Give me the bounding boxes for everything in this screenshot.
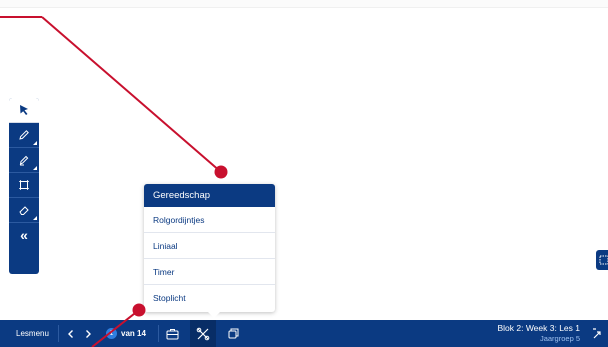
menu-item-stoplicht[interactable]: Stoplicht — [144, 285, 275, 311]
submenu-corner-icon — [33, 216, 37, 220]
whiteboard-canvas[interactable]: « Gereedschap Rolgordijntjes Liniaal Tim… — [0, 0, 608, 347]
marker-tool-button[interactable] — [9, 148, 39, 173]
lesson-subtitle: Jaargroep 5 — [539, 334, 580, 343]
menu-item-timer[interactable]: Timer — [144, 259, 275, 285]
divider — [58, 325, 59, 342]
popup-caret — [208, 312, 220, 318]
divider — [158, 325, 159, 342]
top-strip — [0, 0, 608, 8]
marker-icon — [19, 155, 29, 166]
tool-palette: « — [9, 98, 39, 274]
fullscreen-icon — [593, 327, 601, 338]
chevron-left-icon — [68, 329, 73, 338]
frame-icon — [19, 180, 29, 190]
briefcase-icon — [166, 328, 179, 339]
selection-frame-icon — [599, 255, 608, 265]
fullscreen-button[interactable] — [592, 320, 602, 347]
select-arrow-icon — [20, 105, 28, 115]
annotation-line — [41, 16, 222, 173]
lesmenu-button[interactable]: Lesmenu — [16, 320, 49, 347]
annotation-dot — [214, 165, 228, 179]
lesmenu-label: Lesmenu — [16, 329, 49, 338]
right-panel-toggle-button[interactable] — [596, 250, 608, 270]
bottom-bar: Lesmenu 1 van 14 Blok 2: Week 3: Les 1 J… — [0, 320, 608, 347]
pen-icon — [19, 130, 29, 140]
copy-button[interactable] — [228, 320, 239, 347]
popup-title: Gereedschap — [144, 184, 275, 207]
tools-popup-menu: Gereedschap Rolgordijntjes Liniaal Timer… — [144, 184, 275, 318]
copy-icon — [228, 328, 239, 339]
page-total: van 14 — [121, 329, 146, 338]
select-tool-button[interactable] — [9, 98, 39, 123]
current-page-badge: 1 — [106, 328, 117, 339]
pen-tool-button[interactable] — [9, 123, 39, 148]
menu-item-rolgordijntjes[interactable]: Rolgordijntjes — [144, 207, 275, 233]
menu-item-liniaal[interactable]: Liniaal — [144, 233, 275, 259]
chevron-right-icon — [86, 329, 91, 338]
tools-icon — [196, 327, 210, 341]
previous-page-button[interactable] — [67, 320, 75, 347]
annotation-overlay — [0, 16, 228, 347]
submenu-corner-icon — [33, 166, 37, 170]
eraser-icon — [19, 206, 29, 215]
collapse-icon: « — [20, 227, 28, 243]
next-page-button[interactable] — [84, 320, 92, 347]
lesson-title: Blok 2: Week 3: Les 1 — [497, 323, 580, 333]
frame-tool-button[interactable] — [9, 173, 39, 198]
page-indicator[interactable]: 1 van 14 — [106, 320, 146, 347]
lesson-materials-button[interactable] — [166, 320, 179, 347]
submenu-corner-icon — [33, 141, 37, 145]
collapse-toolbar-button[interactable]: « — [9, 223, 39, 247]
eraser-tool-button[interactable] — [9, 198, 39, 223]
tools-button[interactable] — [190, 320, 216, 347]
